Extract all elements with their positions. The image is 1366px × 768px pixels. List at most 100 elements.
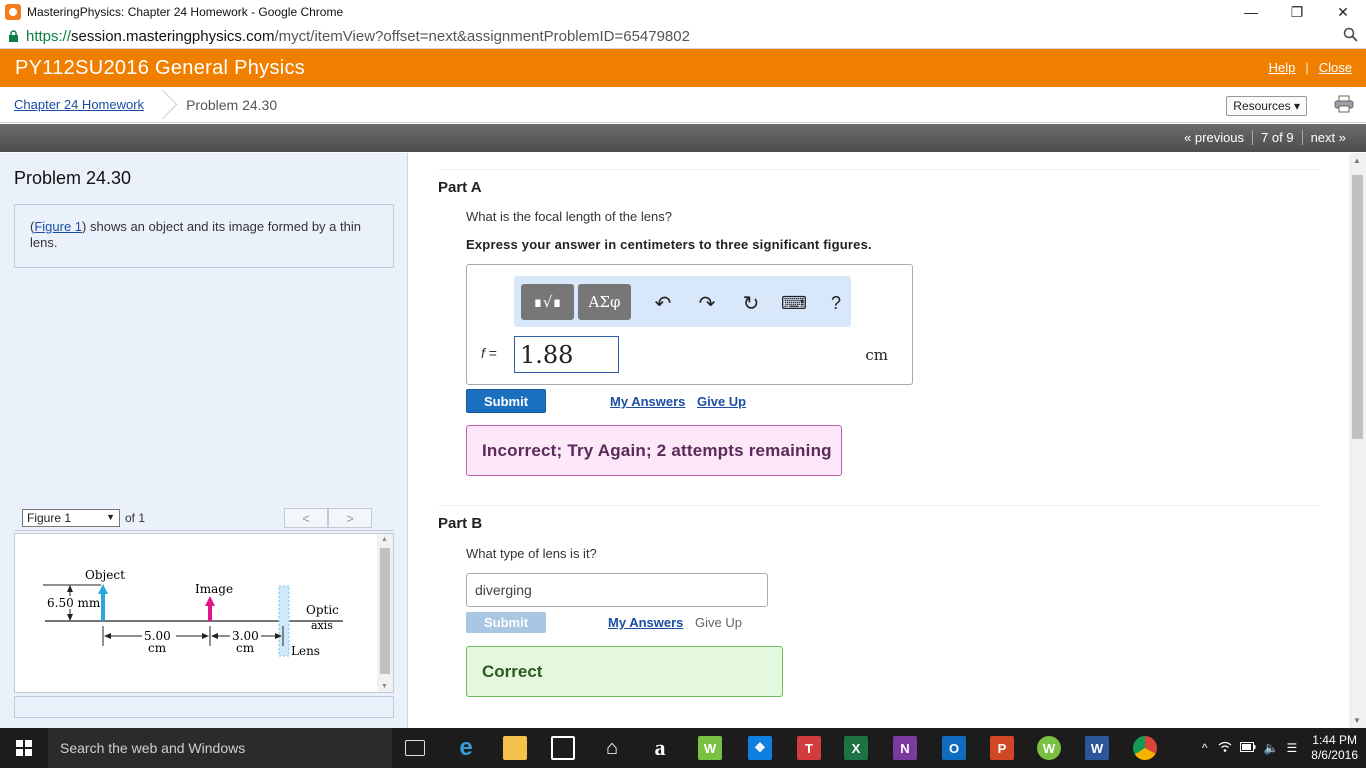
magnifier-icon[interactable] bbox=[1343, 27, 1358, 46]
dist2-arrow-left bbox=[211, 633, 218, 639]
part-b-rule bbox=[438, 505, 1320, 506]
problem-pager: « previous 7 of 9 next » bbox=[1176, 130, 1354, 145]
resources-dropdown[interactable]: Resources ▾ bbox=[1226, 96, 1307, 116]
system-tray: ^ 🔈 ☰ 1:44 PM 8/6/2016 bbox=[1202, 728, 1358, 768]
lock-icon bbox=[6, 29, 20, 43]
volume-icon[interactable]: 🔈 bbox=[1264, 741, 1279, 755]
page-scroll-up-icon[interactable]: ▲ bbox=[1353, 156, 1361, 165]
object-label: Object bbox=[85, 568, 125, 582]
w-app-icon[interactable]: W bbox=[698, 736, 722, 760]
next-figure-button[interactable]: > bbox=[328, 508, 372, 528]
taskbar-search-input[interactable]: Search the web and Windows bbox=[48, 728, 392, 768]
lens-shape bbox=[278, 585, 290, 657]
dist1-arrow-right bbox=[202, 633, 209, 639]
powerpoint-icon[interactable]: P bbox=[990, 736, 1014, 760]
dropbox-icon[interactable]: ❖ bbox=[748, 736, 772, 760]
part-a-submit-button[interactable]: Submit bbox=[466, 389, 546, 413]
minimize-button[interactable]: — bbox=[1228, 0, 1274, 24]
onenote-icon[interactable]: N bbox=[893, 736, 917, 760]
assignment-navbar: « previous 7 of 9 next » bbox=[0, 124, 1366, 152]
part-b-my-answers-link[interactable]: My Answers bbox=[608, 615, 683, 630]
wsign-icon[interactable]: W bbox=[1037, 736, 1061, 760]
close-link[interactable]: Close bbox=[1319, 60, 1352, 75]
store-icon[interactable] bbox=[551, 736, 575, 760]
scroll-up-arrow-icon[interactable]: ▲ bbox=[381, 536, 388, 543]
figure-scroll-thumb[interactable] bbox=[380, 548, 390, 674]
taskbar-clock[interactable]: 1:44 PM 8/6/2016 bbox=[1311, 733, 1358, 763]
figure-link[interactable]: Figure 1 bbox=[34, 219, 82, 234]
scroll-down-arrow-icon[interactable]: ▼ bbox=[381, 683, 388, 690]
windows-start-icon[interactable] bbox=[0, 728, 48, 768]
figure-panel: Figure 1 ▼ of 1 < > 6.50 mm Object Image… bbox=[14, 507, 394, 718]
next-link[interactable]: next » bbox=[1301, 130, 1354, 145]
amazon-icon[interactable]: a bbox=[648, 735, 672, 760]
prev-figure-button[interactable]: < bbox=[284, 508, 328, 528]
url-text[interactable]: https://session.masteringphysics.com/myc… bbox=[26, 28, 690, 45]
chrome-icon[interactable] bbox=[1133, 736, 1157, 760]
figure-scrollbar[interactable]: ▲ ▼ bbox=[377, 534, 393, 692]
figure-toolbar: Figure 1 ▼ of 1 < > bbox=[14, 507, 394, 531]
dist1-arrow-left bbox=[104, 633, 111, 639]
figure-select[interactable]: Figure 1 ▼ bbox=[22, 509, 120, 527]
pager-position[interactable]: 7 of 9 bbox=[1252, 130, 1302, 145]
breadcrumb-current: Problem 24.30 bbox=[186, 96, 278, 113]
part-b-submit-button[interactable]: Submit bbox=[466, 612, 546, 633]
symbols-button[interactable]: ΑΣφ bbox=[578, 284, 631, 320]
reset-icon[interactable]: ↻ bbox=[739, 291, 763, 315]
keyboard-icon[interactable]: ⌨ bbox=[781, 291, 807, 315]
outlook-icon[interactable]: O bbox=[942, 736, 966, 760]
close-window-button[interactable]: ✕ bbox=[1320, 0, 1366, 24]
page-scrollbar[interactable]: ▲ ▼ bbox=[1349, 153, 1366, 728]
address-bar[interactable]: https://session.masteringphysics.com/myc… bbox=[0, 24, 1366, 49]
problem-title: Problem 24.30 bbox=[14, 168, 132, 188]
part-a-give-up-link[interactable]: Give Up bbox=[697, 394, 746, 409]
help-icon[interactable]: ? bbox=[824, 291, 848, 315]
part-b-feedback: Correct bbox=[466, 646, 783, 697]
breadcrumb-homework-link[interactable]: Chapter 24 Homework bbox=[14, 97, 144, 112]
mastering-app-icon bbox=[5, 4, 21, 20]
part-a-rule bbox=[438, 169, 1320, 170]
clock-date: 8/6/2016 bbox=[1311, 748, 1358, 762]
image-label: Image bbox=[195, 582, 233, 596]
figure-select-value: Figure 1 bbox=[27, 511, 72, 525]
part-a-label: Part A bbox=[438, 179, 482, 196]
home-icon[interactable]: ⌂ bbox=[600, 736, 624, 760]
header-links: Help | Close bbox=[1269, 60, 1352, 75]
undo-icon[interactable]: ↶ bbox=[651, 291, 675, 315]
math-toolbar: ∎√∎ ΑΣφ ↶ ↷ ↻ ⌨ ? bbox=[514, 276, 851, 327]
part-a-my-answers-link[interactable]: My Answers bbox=[610, 394, 685, 409]
part-b-answer-input[interactable]: diverging bbox=[466, 573, 768, 607]
battery-icon[interactable] bbox=[1239, 741, 1256, 755]
edge-icon[interactable]: e bbox=[454, 734, 478, 761]
excel-icon[interactable]: X bbox=[844, 736, 868, 760]
notification-icon[interactable]: ☰ bbox=[1287, 741, 1298, 755]
word-icon[interactable]: W bbox=[1085, 736, 1109, 760]
print-icon[interactable] bbox=[1334, 95, 1354, 113]
course-title: PY112SU2016 General Physics bbox=[15, 56, 306, 79]
page-scroll-down-icon[interactable]: ▼ bbox=[1353, 716, 1361, 725]
page-scroll-thumb[interactable] bbox=[1352, 175, 1363, 439]
height-label: 6.50 mm bbox=[47, 596, 101, 610]
part-a-answer-input[interactable]: 1.88 bbox=[514, 336, 619, 373]
restore-button[interactable]: ❐ bbox=[1274, 0, 1320, 24]
t-app-icon[interactable]: T bbox=[797, 736, 821, 760]
dropdown-arrow-icon: ▼ bbox=[106, 512, 115, 522]
figure-footer bbox=[14, 696, 394, 718]
variable-label: f = bbox=[481, 345, 497, 361]
problem-intro: (Figure 1) shows an object and its image… bbox=[14, 204, 394, 268]
task-view-icon[interactable] bbox=[405, 740, 425, 756]
height-arrow-bottom bbox=[67, 614, 73, 621]
previous-link[interactable]: « previous bbox=[1176, 130, 1252, 145]
help-link[interactable]: Help bbox=[1269, 60, 1296, 75]
templates-button[interactable]: ∎√∎ bbox=[521, 284, 574, 320]
object-arrow-shaft bbox=[101, 592, 105, 621]
part-a-instruction: Express your answer in centimeters to th… bbox=[466, 237, 872, 252]
breadcrumb-chevron-icon bbox=[152, 87, 166, 123]
part-a-answer-box: ∎√∎ ΑΣφ ↶ ↷ ↻ ⌨ ? f = 1.88 cm bbox=[466, 264, 913, 385]
wifi-icon[interactable] bbox=[1218, 741, 1232, 756]
part-b-question: What type of lens is it? bbox=[466, 546, 597, 561]
tray-chevron-icon[interactable]: ^ bbox=[1202, 741, 1208, 755]
image-arrow-shaft bbox=[208, 604, 212, 621]
redo-icon[interactable]: ↷ bbox=[695, 291, 719, 315]
file-explorer-icon[interactable] bbox=[503, 736, 527, 760]
